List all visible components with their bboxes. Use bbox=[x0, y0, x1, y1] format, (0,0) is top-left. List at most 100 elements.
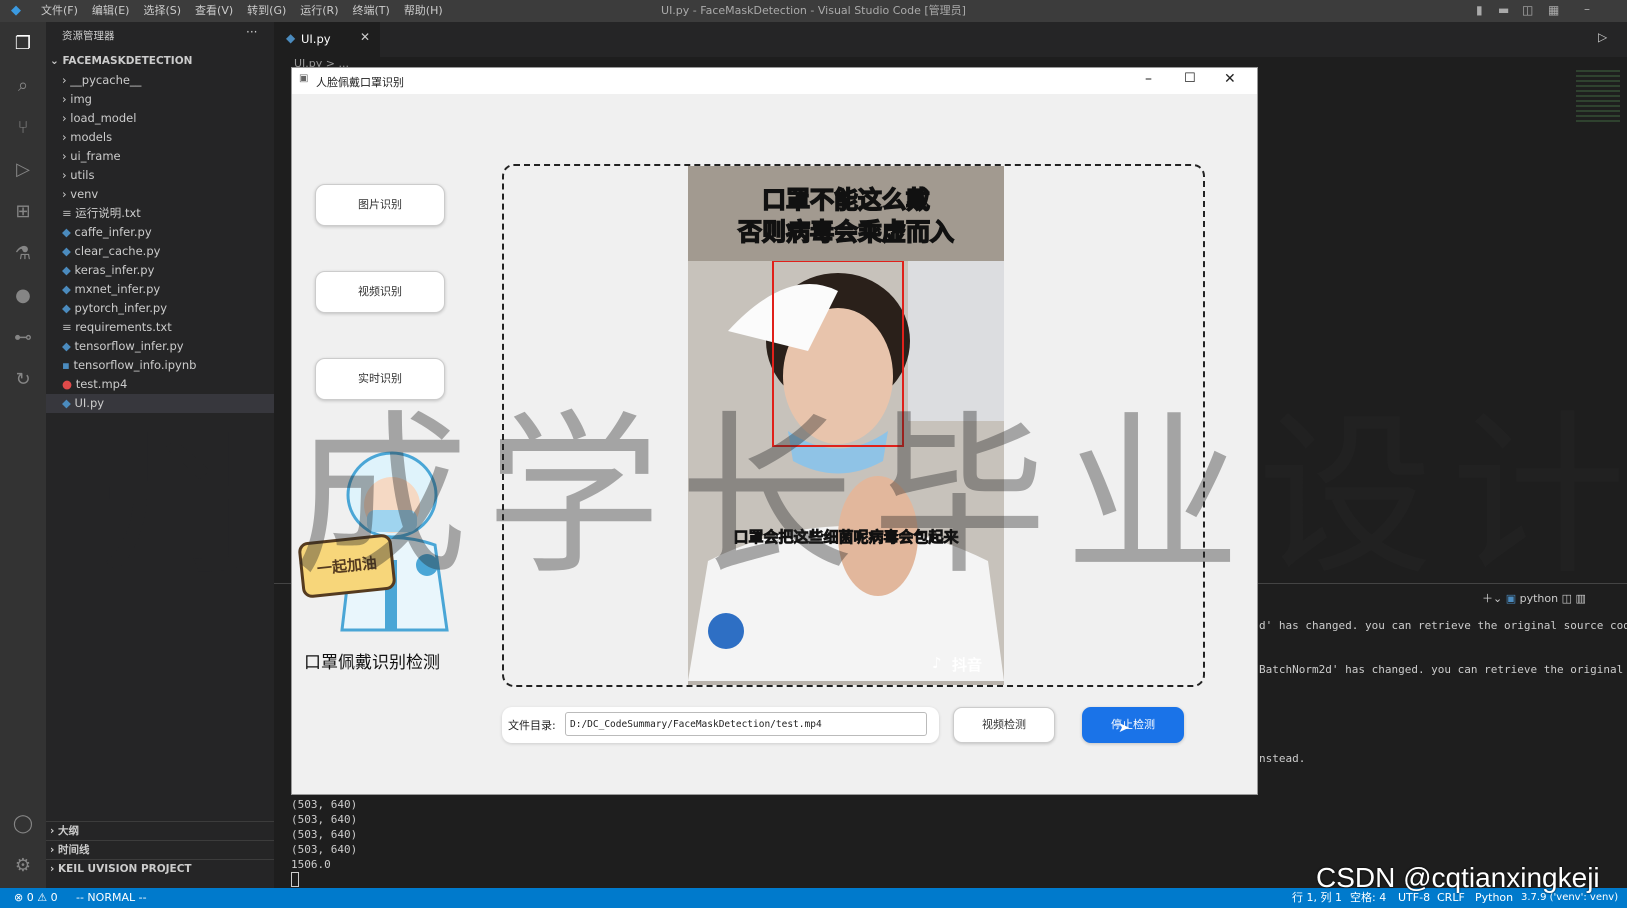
tree-file[interactable]: ◆ clear_cache.py bbox=[46, 242, 290, 261]
menu-go[interactable]: 转到(G) bbox=[240, 0, 293, 22]
menu-view[interactable]: 查看(V) bbox=[188, 0, 240, 22]
close-tab-icon[interactable]: ✕ bbox=[360, 30, 370, 44]
more-actions-icon[interactable]: ··· bbox=[246, 25, 257, 39]
chevron-right-icon: › bbox=[50, 863, 58, 875]
run-debug-icon[interactable]: ▷ bbox=[11, 158, 35, 182]
file-path-input[interactable]: D:/DC_CodeSummary/FaceMaskDetection/test… bbox=[565, 712, 927, 736]
tree-file[interactable]: ◆ caffe_infer.py bbox=[46, 223, 290, 242]
explorer-sidebar: 资源管理器 ··· ⌄ FACEMASKDETECTION › __pycach… bbox=[46, 22, 290, 888]
trash-icon[interactable]: ▥ bbox=[1576, 592, 1586, 605]
project-root[interactable]: ⌄ FACEMASKDETECTION bbox=[46, 52, 278, 71]
search-icon[interactable]: ⌕ bbox=[11, 74, 35, 98]
tree-file[interactable]: ◆ mxnet_infer.py bbox=[46, 280, 290, 299]
split-layout-icon[interactable]: ◫ bbox=[1522, 3, 1533, 17]
menu-selection[interactable]: 选择(S) bbox=[136, 0, 188, 22]
tree-file[interactable]: ◆ keras_infer.py bbox=[46, 261, 290, 280]
app-title: 人脸佩戴口罩识别 bbox=[316, 76, 404, 89]
toggle-sidebar-icon[interactable]: ▮ bbox=[1476, 3, 1483, 17]
app-heading: 口罩佩戴识别检测 bbox=[304, 653, 440, 673]
terminal-output[interactable]: (503, 640) (503, 640) (503, 640) (503, 6… bbox=[291, 797, 357, 887]
video-detect-button[interactable]: 视频检测 bbox=[953, 707, 1055, 743]
video-caption-top-2: 否则病毒会乘虚而入 bbox=[737, 217, 955, 247]
terminal-toolbar: ＋⌄ ▣ python ◫ ▥ bbox=[1482, 590, 1586, 606]
tree-folder[interactable]: › img bbox=[46, 90, 290, 109]
terminal-warning: nstead. bbox=[1259, 752, 1306, 765]
python-file-icon: ◆ bbox=[62, 225, 75, 239]
json-icon[interactable]: ● bbox=[11, 284, 35, 308]
image-recognition-button[interactable]: 图片识别 bbox=[315, 184, 445, 226]
vscode-logo-icon: ◆ bbox=[11, 3, 21, 18]
menu-file[interactable]: 文件(F) bbox=[34, 0, 85, 22]
settings-gear-icon[interactable]: ⚙ bbox=[11, 854, 35, 878]
terminal-warning: d' has changed. you can retrieve the ori… bbox=[1259, 619, 1627, 632]
python-file-icon: ◆ bbox=[62, 396, 75, 410]
tab-ui-py[interactable]: ◆ UI.py ✕ bbox=[274, 22, 380, 57]
menu-edit[interactable]: 编辑(E) bbox=[85, 0, 137, 22]
timeline-section[interactable]: › 时间线 bbox=[46, 840, 278, 860]
tree-folder[interactable]: › utils bbox=[46, 166, 290, 185]
app-titlebar: ▣ 人脸佩戴口罩识别 – ☐ ✕ bbox=[292, 68, 1257, 94]
vim-mode: -- NORMAL -- bbox=[76, 891, 147, 904]
explorer-icon[interactable]: ❐ bbox=[11, 32, 35, 56]
app-window: ▣ 人脸佩戴口罩识别 – ☐ ✕ 图片识别 视频识别 实时识别 一起加油 口罩佩… bbox=[291, 67, 1258, 795]
chevron-down-icon: ⌄ bbox=[50, 55, 63, 67]
tree-folder[interactable]: › ui_frame bbox=[46, 147, 290, 166]
terminal-profile[interactable]: python bbox=[1520, 592, 1558, 605]
python-file-icon: ◆ bbox=[62, 244, 75, 258]
terminal-cursor bbox=[291, 872, 299, 887]
remote-icon[interactable]: ↻ bbox=[11, 368, 35, 392]
close-icon[interactable]: ✕ bbox=[1224, 71, 1236, 87]
tab-label: UI.py bbox=[301, 32, 331, 46]
gamepad-icon[interactable]: ⊷ bbox=[11, 326, 35, 350]
tree-folder[interactable]: › models bbox=[46, 128, 290, 147]
minimize-icon[interactable]: – bbox=[1145, 71, 1152, 87]
split-terminal-icon[interactable]: ◫ bbox=[1562, 592, 1572, 605]
stop-detect-button[interactable]: 停止检测 bbox=[1082, 707, 1184, 743]
tree-file[interactable]: ◆ pytorch_infer.py bbox=[46, 299, 290, 318]
new-terminal-icon[interactable]: ＋⌄ bbox=[1482, 592, 1502, 605]
run-file-icon[interactable]: ▷ bbox=[1598, 30, 1607, 44]
realtime-recognition-button[interactable]: 实时识别 bbox=[315, 358, 445, 400]
video-caption-top-1: 口罩不能这么戴 bbox=[761, 185, 931, 215]
tree-file[interactable]: ▪ tensorflow_info.ipynb bbox=[46, 356, 290, 375]
video-file-icon: ● bbox=[62, 377, 76, 391]
toggle-panel-icon[interactable]: ▬ bbox=[1498, 3, 1509, 17]
tree-file-active[interactable]: ◆ UI.py bbox=[46, 394, 290, 413]
maximize-icon[interactable]: ☐ bbox=[1184, 71, 1196, 86]
activity-bar: ❐ ⌕ ⑂ ▷ ⊞ ⚗ ● ⊷ ↻ ◯ ⚙ bbox=[0, 22, 46, 888]
outline-section[interactable]: › 大纲 bbox=[46, 821, 278, 841]
testing-icon[interactable]: ⚗ bbox=[11, 242, 35, 266]
app-window-icon: ▣ bbox=[299, 73, 309, 84]
minimap[interactable] bbox=[1576, 70, 1620, 122]
menu-help[interactable]: 帮助(H) bbox=[397, 0, 450, 22]
terminal-line: (503, 640) bbox=[291, 798, 358, 811]
tree-folder[interactable]: › __pycache__ bbox=[46, 71, 290, 90]
account-icon[interactable]: ◯ bbox=[11, 812, 35, 836]
video-recognition-button[interactable]: 视频识别 bbox=[315, 271, 445, 313]
source-control-icon[interactable]: ⑂ bbox=[11, 116, 35, 140]
text-file-icon: ≡ bbox=[62, 320, 76, 334]
keil-project-section[interactable]: › KEIL UVISION PROJECT bbox=[46, 859, 278, 879]
tree-folder[interactable]: › venv bbox=[46, 185, 290, 204]
python-file-icon: ◆ bbox=[286, 31, 296, 45]
csdn-credit: CSDN @cqtianxingkeji bbox=[1316, 862, 1600, 893]
menu-bar: 文件(F) 编辑(E) 选择(S) 查看(V) 转到(G) 运行(R) 终端(T) 帮助(H) bbox=[34, 0, 450, 22]
extensions-icon[interactable]: ⊞ bbox=[11, 200, 35, 224]
python-file-icon: ◆ bbox=[62, 339, 75, 353]
terminal-line: (503, 640) bbox=[291, 843, 358, 856]
tree-file[interactable]: ◆ tensorflow_infer.py bbox=[46, 337, 290, 356]
customize-layout-icon[interactable]: ▦ bbox=[1548, 3, 1559, 17]
tree-folder[interactable]: › load_model bbox=[46, 109, 290, 128]
menu-terminal[interactable]: 终端(T) bbox=[346, 0, 397, 22]
notebook-file-icon: ▪ bbox=[62, 358, 74, 372]
menu-run[interactable]: 运行(R) bbox=[293, 0, 345, 22]
problems-indicator[interactable]: ⊗ 0 ⚠ 0 bbox=[14, 888, 58, 908]
tab-bar bbox=[274, 22, 1627, 57]
python-file-icon: ◆ bbox=[62, 263, 75, 277]
minimize-window-icon[interactable]: – bbox=[1584, 2, 1590, 16]
tree-file[interactable]: ● test.mp4 bbox=[46, 375, 290, 394]
mascot-sign: 一起加油 bbox=[297, 533, 397, 599]
tree-file[interactable]: ≡ 运行说明.txt bbox=[46, 204, 290, 223]
terminal-line: (503, 640) bbox=[291, 813, 358, 826]
tree-file[interactable]: ≡ requirements.txt bbox=[46, 318, 290, 337]
